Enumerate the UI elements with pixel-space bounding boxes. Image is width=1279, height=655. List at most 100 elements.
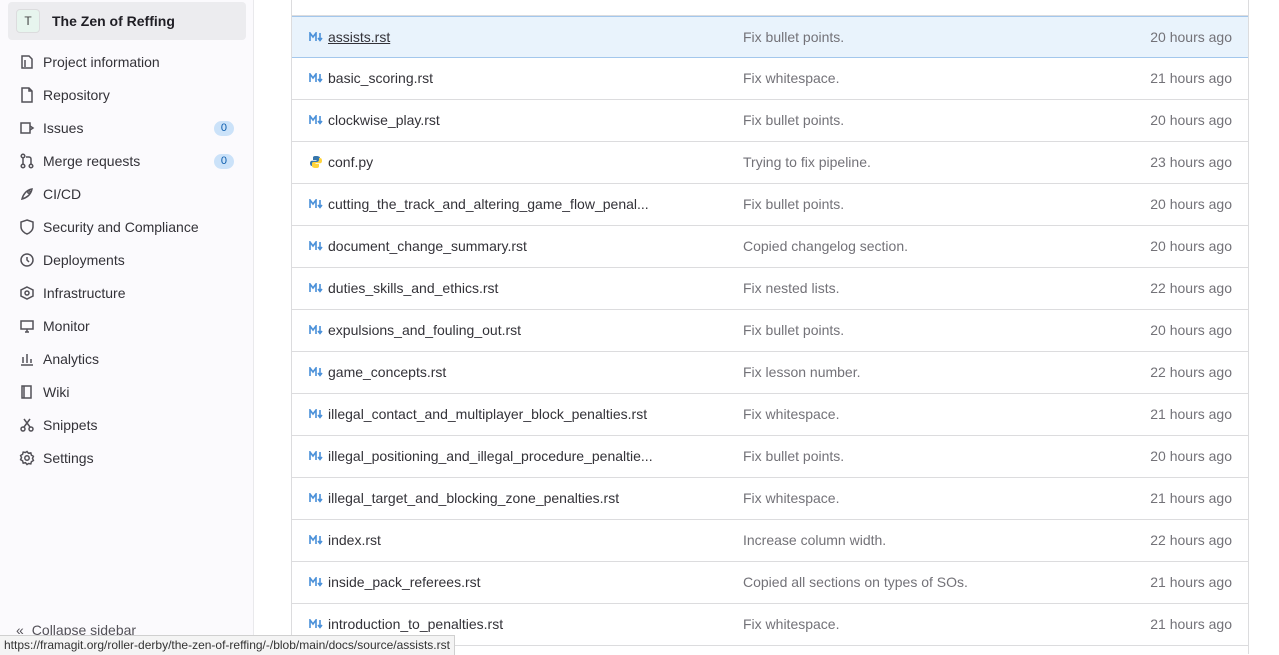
table-row[interactable]: index.rst Increase column width. 22 hours … <box>292 520 1248 562</box>
sidebar: T The Zen of Reffing Project information… <box>0 0 254 654</box>
sidebar-item-label: Merge requests <box>43 153 141 169</box>
file-name-link[interactable]: illegal_contact_and_multiplayer_block_pe… <box>328 406 647 422</box>
sidebar-item-label: Deployments <box>43 252 125 268</box>
status-bar-url: https://framagit.org/roller-derby/the-ze… <box>0 635 455 655</box>
table-row[interactable]: illegal_target_and_blocking_zone_penalti… <box>292 478 1248 520</box>
book-icon <box>19 384 35 400</box>
table-row[interactable]: game_concepts.rst Fix lesson number. 22 ho… <box>292 352 1248 394</box>
sidebar-item-label: Repository <box>43 87 110 103</box>
commit-message-link[interactable]: Fix bullet points. <box>743 196 844 212</box>
sidebar-item-deployments[interactable]: Deployments <box>8 245 246 275</box>
markdown-file-icon <box>309 617 323 631</box>
project-avatar: T <box>16 9 40 33</box>
table-row[interactable]: illegal_contact_and_multiplayer_block_pe… <box>292 394 1248 436</box>
file-name-link[interactable]: document_change_summary.rst <box>328 238 527 254</box>
sidebar-item-security-and-compliance[interactable]: Security and Compliance <box>8 212 246 242</box>
commit-message-link[interactable]: Fix whitespace. <box>743 70 839 86</box>
file-name-link[interactable]: cutting_the_track_and_altering_game_flow… <box>328 196 649 212</box>
last-update-time: 21 hours ago <box>1150 490 1232 506</box>
commit-message-link[interactable]: Fix bullet points. <box>743 29 844 45</box>
sidebar-item-label: Security and Compliance <box>43 219 199 235</box>
project-header[interactable]: T The Zen of Reffing <box>8 2 246 40</box>
markdown-file-icon <box>309 323 323 337</box>
sidebar-item-infrastructure[interactable]: Infrastructure <box>8 278 246 308</box>
table-row[interactable]: conf.py Trying to fix pipeline. 23 hours a… <box>292 142 1248 184</box>
monitor-icon <box>19 318 35 334</box>
sidebar-item-issues[interactable]: Issues 0 <box>8 113 246 143</box>
sidebar-item-analytics[interactable]: Analytics <box>8 344 246 374</box>
sidebar-item-snippets[interactable]: Snippets <box>8 410 246 440</box>
deployments-icon <box>19 252 35 268</box>
markdown-file-icon <box>309 113 323 127</box>
markdown-file-icon <box>309 239 323 253</box>
commit-message-link[interactable]: Copied all sections on types of SOs. <box>743 574 968 590</box>
repository-icon <box>19 87 35 103</box>
sidebar-item-label: Analytics <box>43 351 100 367</box>
table-row[interactable]: expulsions_and_fouling_out.rst Fix bullet… <box>292 310 1248 352</box>
file-name-link[interactable]: clockwise_play.rst <box>328 112 440 128</box>
last-update-time: 23 hours ago <box>1150 154 1232 170</box>
file-name-link[interactable]: basic_scoring.rst <box>328 70 433 86</box>
shield-icon <box>19 219 35 235</box>
commit-message-link[interactable]: Fix lesson number. <box>743 364 861 380</box>
file-name-link[interactable]: expulsions_and_fouling_out.rst <box>328 322 521 338</box>
sidebar-item-project-information[interactable]: Project information <box>8 47 246 77</box>
file-name-link[interactable]: assists.rst <box>328 29 390 45</box>
commit-message-link[interactable]: Fix nested lists. <box>743 280 839 296</box>
project-info-icon <box>19 54 35 70</box>
last-update-time: 20 hours ago <box>1150 238 1232 254</box>
python-file-icon <box>309 155 323 169</box>
commit-message-link[interactable]: Copied changelog section. <box>743 238 908 254</box>
table-row[interactable]: illegal_positioning_and_illegal_procedur… <box>292 436 1248 478</box>
issues-count-badge: 0 <box>213 120 234 136</box>
commit-message-link[interactable]: Fix whitespace. <box>743 406 839 422</box>
file-table: assists.rst Fix bullet points. 20 hours ag… <box>291 0 1249 654</box>
file-name-link[interactable]: inside_pack_referees.rst <box>328 574 481 590</box>
markdown-file-icon <box>309 197 323 211</box>
file-name-link[interactable]: illegal_positioning_and_illegal_procedur… <box>328 448 653 464</box>
gear-icon <box>19 450 35 466</box>
sidebar-item-merge-requests[interactable]: Merge requests 0 <box>8 146 246 176</box>
sidebar-item-ci-cd[interactable]: CI/CD <box>8 179 246 209</box>
sidebar-item-label: CI/CD <box>43 186 82 202</box>
markdown-file-icon <box>309 449 323 463</box>
file-name-link[interactable]: game_concepts.rst <box>328 364 446 380</box>
commit-message-link[interactable]: Fix bullet points. <box>743 322 844 338</box>
table-row[interactable]: basic_scoring.rst Fix whitespace. 21 hours… <box>292 58 1248 100</box>
last-update-time: 22 hours ago <box>1150 280 1232 296</box>
infrastructure-icon <box>19 285 35 301</box>
last-update-time: 21 hours ago <box>1150 70 1232 86</box>
sidebar-item-label: Monitor <box>43 318 90 334</box>
commit-message-link[interactable]: Fix whitespace. <box>743 490 839 506</box>
commit-message-link[interactable]: Trying to fix pipeline. <box>743 154 871 170</box>
last-update-time: 20 hours ago <box>1150 322 1232 338</box>
sidebar-item-monitor[interactable]: Monitor <box>8 311 246 341</box>
sidebar-item-settings[interactable]: Settings <box>8 443 246 473</box>
markdown-file-icon <box>309 281 323 295</box>
table-row[interactable]: duties_skills_and_ethics.rst Fix nested l… <box>292 268 1248 310</box>
commit-message-link[interactable]: Increase column width. <box>743 532 886 548</box>
markdown-file-icon <box>309 491 323 505</box>
table-row[interactable]: cutting_the_track_and_altering_game_flow… <box>292 184 1248 226</box>
commit-message-link[interactable]: Fix bullet points. <box>743 448 844 464</box>
file-name-link[interactable]: illegal_target_and_blocking_zone_penalti… <box>328 490 619 506</box>
last-update-time: 20 hours ago <box>1150 29 1232 45</box>
table-row[interactable]: document_change_summary.rst Copied change… <box>292 226 1248 268</box>
commit-message-link[interactable]: Fix whitespace. <box>743 616 839 632</box>
table-row[interactable]: assists.rst Fix bullet points. 20 hours ag… <box>292 16 1248 58</box>
file-name-link[interactable]: introduction_to_penalties.rst <box>328 616 503 632</box>
table-row[interactable]: clockwise_play.rst Fix bullet points. 20 h… <box>292 100 1248 142</box>
merge-requests-count-badge: 0 <box>213 153 234 169</box>
file-name-link[interactable]: index.rst <box>328 532 381 548</box>
table-row[interactable]: inside_pack_referees.rst Copied all secti… <box>292 562 1248 604</box>
file-name-link[interactable]: conf.py <box>328 154 373 170</box>
sidebar-item-wiki[interactable]: Wiki <box>8 377 246 407</box>
sidebar-item-repository[interactable]: Repository <box>8 80 246 110</box>
project-name: The Zen of Reffing <box>52 13 175 29</box>
last-update-time: 20 hours ago <box>1150 196 1232 212</box>
commit-message-link[interactable]: Fix bullet points. <box>743 112 844 128</box>
sidebar-item-label: Infrastructure <box>43 285 126 301</box>
markdown-file-icon <box>309 407 323 421</box>
analytics-icon <box>19 351 35 367</box>
file-name-link[interactable]: duties_skills_and_ethics.rst <box>328 280 498 296</box>
